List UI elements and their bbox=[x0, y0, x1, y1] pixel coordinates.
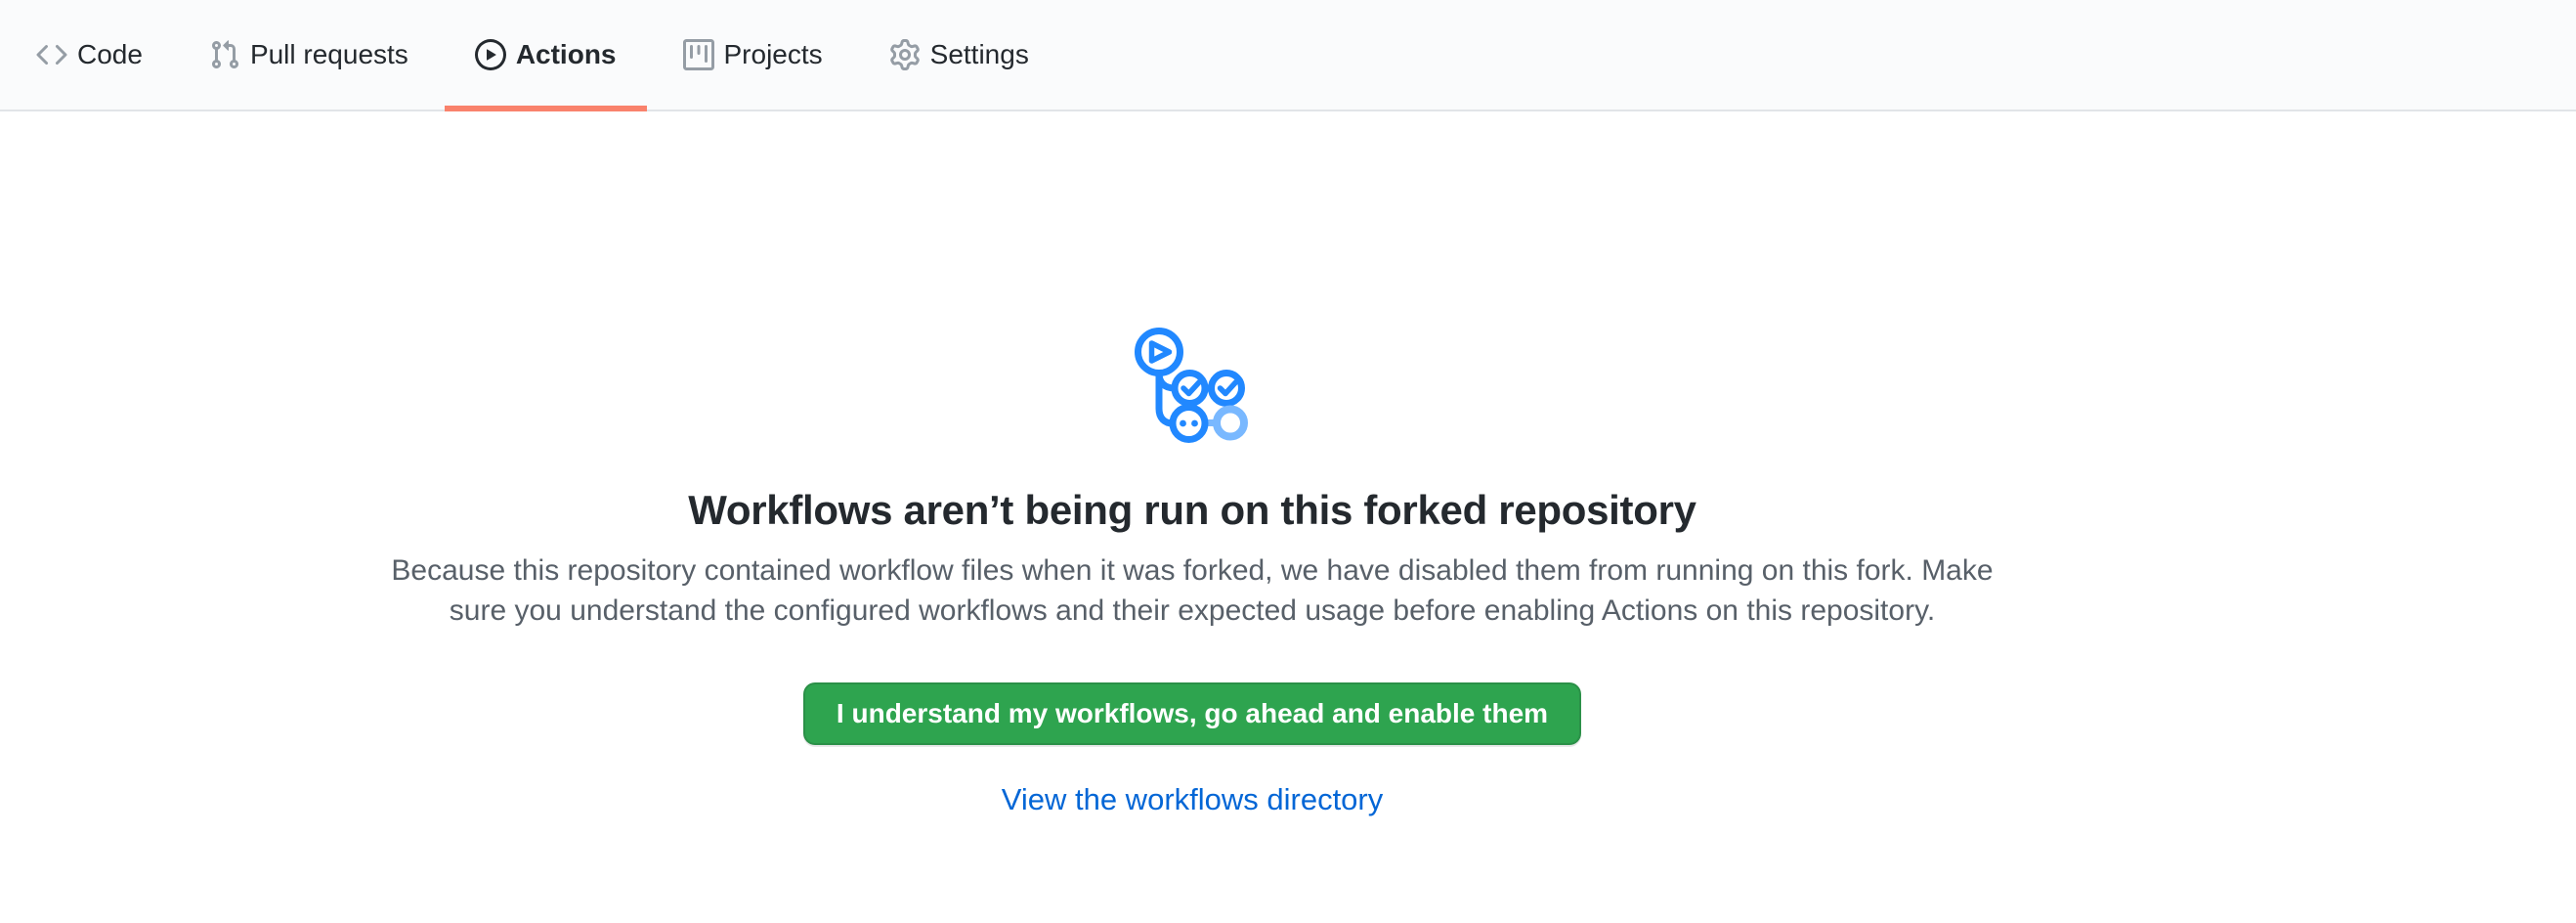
code-icon bbox=[36, 39, 67, 70]
enable-workflows-button[interactable]: I understand my workflows, go ahead and … bbox=[803, 682, 1581, 745]
actions-disabled-blankslate: Workflows aren’t being run on this forke… bbox=[0, 111, 2384, 817]
blankslate-description: Because this repository contained workfl… bbox=[391, 550, 1994, 631]
tab-pull-requests[interactable]: Pull requests bbox=[179, 0, 439, 110]
tab-label: Actions bbox=[516, 41, 617, 68]
gear-icon bbox=[889, 39, 921, 70]
tab-label: Code bbox=[77, 41, 143, 68]
play-icon bbox=[475, 39, 506, 70]
tab-code[interactable]: Code bbox=[6, 0, 173, 110]
project-icon bbox=[683, 39, 714, 70]
tab-actions[interactable]: Actions bbox=[445, 0, 647, 110]
workflow-graph-icon bbox=[1124, 323, 1261, 450]
view-workflows-link[interactable]: View the workflows directory bbox=[1002, 782, 1384, 817]
tab-label: Settings bbox=[930, 41, 1029, 68]
tab-label: Projects bbox=[724, 41, 823, 68]
tab-settings[interactable]: Settings bbox=[859, 0, 1059, 110]
pull-request-icon bbox=[209, 39, 240, 70]
tab-projects[interactable]: Projects bbox=[653, 0, 853, 110]
tab-label: Pull requests bbox=[250, 41, 408, 68]
blankslate-heading: Workflows aren’t being run on this forke… bbox=[688, 486, 1696, 534]
repo-tab-nav: Code Pull requests Actions Projects Sett… bbox=[0, 0, 2576, 111]
